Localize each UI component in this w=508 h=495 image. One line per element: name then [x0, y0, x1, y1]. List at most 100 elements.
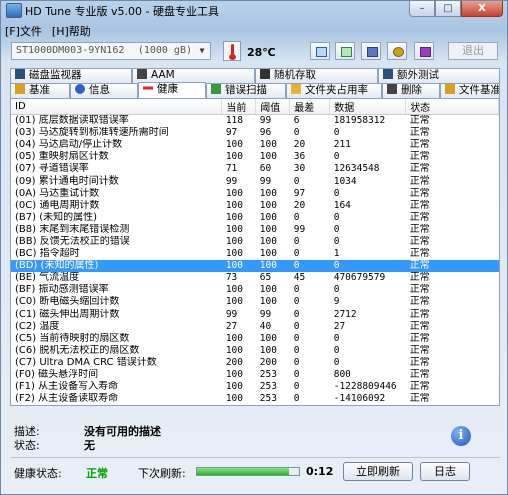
tab-file-benchmark[interactable]: 文件基准	[440, 83, 500, 98]
table-cell: 0	[333, 344, 340, 356]
tab-folder-usage[interactable]: 文件夹占用率	[286, 83, 382, 98]
table-cell: 118	[225, 115, 243, 127]
tab-error-scan[interactable]: 错误扫描	[206, 83, 286, 98]
status-bar: 健康状态: 正常 下次刷新: 0:12 立即刷新 日志	[10, 457, 500, 484]
table-cell: 0	[329, 260, 406, 273]
copy-all-button[interactable]	[335, 42, 355, 60]
table-row[interactable]: (05) 重映射扇区计数 100 100 36 0 正常	[11, 151, 499, 163]
tab-benchmark[interactable]: 基准	[10, 83, 70, 98]
table-row[interactable]: (BB) 反馈无法校正的错误 100 100 0 0 正常	[11, 236, 499, 248]
table-cell: 20	[293, 139, 306, 151]
table-cell: 0	[333, 151, 340, 163]
thermometer-icon	[223, 41, 241, 61]
table-row[interactable]: (BD) (未知的属性) 100 100 0 0 正常	[11, 260, 499, 273]
table-cell: 97	[225, 127, 238, 139]
table-row[interactable]: (F0) 磁头悬浮时间 100 253 0 800 正常	[11, 369, 499, 381]
table-cell: -14106092	[333, 393, 386, 405]
table-row[interactable]: (F2) 从主设备读取寿命 100 253 0 -14106092 正常	[11, 393, 499, 405]
column-header[interactable]: 当前	[221, 99, 257, 115]
table-row[interactable]: (C0) 断电磁头缩回计数 100 100 0 9 正常	[11, 296, 499, 308]
table-row[interactable]: (F1) 从主设备写入寿命 100 253 0 -1228809446 正常	[11, 381, 499, 393]
table-cell: (09) 累计通电时间计数	[15, 175, 119, 187]
table-cell: 正常	[409, 223, 430, 235]
table-cell: 164	[333, 199, 351, 211]
tab-random-access[interactable]: 随机存取	[255, 68, 378, 83]
log-button[interactable]: 日志	[420, 462, 470, 481]
table-cell: 0	[293, 296, 300, 308]
table-cell: 100	[225, 344, 243, 356]
table-cell: 27	[333, 320, 346, 332]
copy-info-button[interactable]	[310, 42, 330, 60]
table-row[interactable]: (C5) 当前待映射的扇区数 100 100 0 0 正常	[11, 333, 499, 345]
table-cell: 211	[333, 139, 351, 151]
table-row[interactable]: (B8) 末尾到末尾错误检测 100 100 99 0 正常	[11, 224, 499, 236]
table-cell: 100	[225, 248, 243, 260]
table-cell: 200	[225, 356, 243, 368]
table-cell: 27	[225, 320, 238, 332]
table-cell: 正常	[409, 272, 430, 284]
tab-disk-monitor[interactable]: 磁盘监视器	[10, 68, 132, 83]
column-header[interactable]: 阈值	[255, 99, 291, 115]
table-row[interactable]: (C2) 温度 27 40 0 27 正常	[11, 321, 499, 333]
table-cell: 正常	[409, 344, 430, 356]
table-body[interactable]: (01) 底层数据读取错误率 118 99 6 181958312 正常 (03) 马达旋转…	[11, 115, 499, 406]
tab-info[interactable]: 信息	[70, 83, 138, 98]
drive-select[interactable]: ST1000DM003-9YN162 (1000 gB) ▼	[11, 42, 211, 60]
table-cell: 0	[293, 356, 300, 368]
table-cell: 100	[259, 211, 277, 223]
options-button[interactable]	[387, 42, 407, 60]
chevron-down-icon[interactable]: ▼	[194, 43, 210, 59]
table-row[interactable]: (04) 马达启动/停止计数 100 100 20 211 正常	[11, 139, 499, 151]
table-row[interactable]: (03) 马达旋转到标准转速所需时间 97 96 0 0 正常	[11, 127, 499, 139]
column-header[interactable]: 最差	[289, 99, 331, 115]
table-row[interactable]: (0A) 马达重试计数 100 100 97 0 正常	[11, 188, 499, 200]
info-icon	[75, 84, 85, 94]
tab-erase[interactable]: 删除	[382, 83, 440, 98]
column-header[interactable]: 状态	[405, 99, 499, 115]
minimize-button[interactable]: –	[409, 1, 435, 17]
table-cell: 253	[259, 369, 277, 381]
tab-health[interactable]: 健康	[138, 82, 206, 99]
table-row[interactable]: (07) 寻道错误率 71 60 30 12634548 正常	[11, 163, 499, 175]
smart-table: ID 当前 阈值 最差 数据 状态 (01) 底层数据读取错误率 118 99 6 1819583…	[11, 99, 499, 405]
drive-capacity: (1000 gB)	[137, 45, 192, 56]
tab-aam[interactable]: AAM	[132, 68, 255, 83]
table-cell: 100	[225, 369, 243, 381]
table-cell: 99	[225, 308, 238, 320]
tab-extra-tests[interactable]: 额外测试	[378, 68, 500, 83]
table-cell: 0	[293, 381, 300, 393]
table-row[interactable]: (BC) 指令超时 100 100 0 1 正常	[11, 248, 499, 260]
table-row[interactable]: (B7) (未知的属性) 100 100 0 0 正常	[11, 212, 499, 224]
table-cell: 253	[259, 393, 277, 405]
table-cell: 96	[259, 127, 272, 139]
table-row[interactable]: (BF) 振动感测错误率 100 100 0 0 正常	[11, 284, 499, 296]
temperature-readout: 28℃	[247, 46, 276, 59]
table-cell: 97	[293, 187, 306, 199]
info-icon: i	[451, 426, 471, 446]
exit-button[interactable]: 退出	[448, 42, 498, 60]
refresh-now-button[interactable]: 立即刷新	[343, 462, 413, 481]
table-row[interactable]: (0C) 通电周期计数 100 100 20 164 正常	[11, 200, 499, 212]
table-cell: (03) 马达旋转到标准转速所需时间	[15, 127, 169, 139]
table-row[interactable]: (C7) Ultra DMA CRC 错误计数 200 200 0 0 正常	[11, 357, 499, 369]
column-header[interactable]: ID	[11, 99, 223, 115]
table-cell: 0	[293, 175, 300, 187]
table-row[interactable]: (09) 累计通电时间计数 99 99 0 1034 正常	[11, 175, 499, 187]
table-row[interactable]: (C1) 磁头伸出周期计数 99 99 0 2712 正常	[11, 309, 499, 321]
table-cell: 36	[293, 151, 306, 163]
table-row[interactable]: (C6) 脱机无法校正的扇区数 100 100 0 0 正常	[11, 345, 499, 357]
table-cell: 0	[293, 248, 300, 260]
table-cell: 0	[293, 284, 300, 296]
close-button[interactable]: X	[461, 1, 503, 17]
download-button[interactable]	[414, 42, 434, 60]
table-cell: 正常	[409, 296, 430, 308]
maximize-button[interactable]: □	[435, 1, 461, 17]
folder-icon	[291, 84, 301, 94]
table-cell: 200	[259, 356, 277, 368]
table-row[interactable]: (01) 底层数据读取错误率 118 99 6 181958312 正常	[11, 115, 499, 128]
column-header[interactable]: 数据	[329, 99, 407, 115]
table-row[interactable]: (BE) 气流温度 73 65 45 470679579 正常	[11, 272, 499, 284]
refresh-progress-bar	[196, 467, 300, 476]
save-button[interactable]	[361, 42, 381, 60]
table-cell: 100	[259, 332, 277, 344]
